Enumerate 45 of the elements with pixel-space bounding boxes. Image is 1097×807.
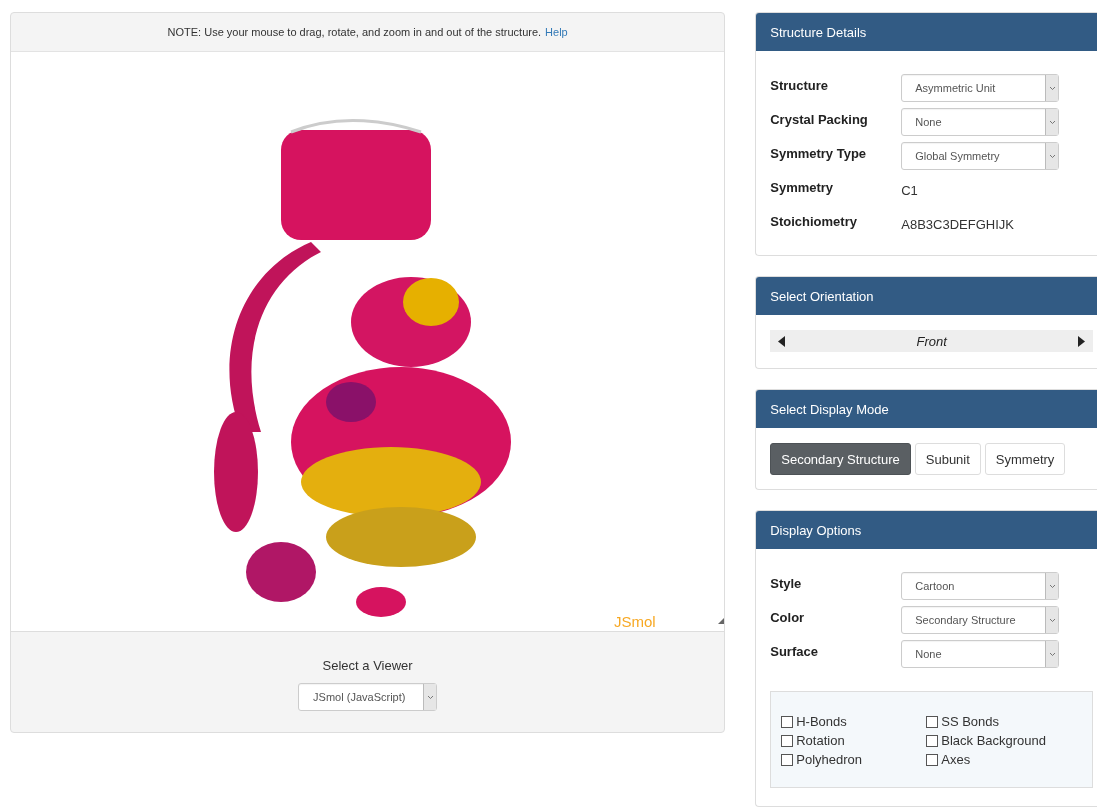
field-label: Structure — [770, 77, 830, 93]
mode-button[interactable]: Secondary Structure — [770, 443, 911, 475]
viewer-logo: JSmol — [614, 613, 656, 630]
note-text: NOTE: Use your mouse to drag, rotate, and zoom in and out of the structure. — [167, 26, 542, 38]
dropdown[interactable]: Asymmetric Unit — [901, 74, 1060, 102]
panel-title: Select Orientation — [756, 277, 1097, 315]
field-label: Symmetry — [770, 179, 835, 195]
checkbox[interactable]: Rotation — [781, 733, 927, 748]
mode-button[interactable]: Symmetry — [984, 443, 1066, 475]
dropdown[interactable]: None — [901, 108, 1060, 136]
viewer-dropdown[interactable]: JSmol (JavaScript) — [298, 683, 438, 711]
panel-title: Display Options — [756, 511, 1097, 549]
checkbox[interactable]: Black Background — [926, 733, 1082, 748]
field-value: A8B3C3DEFGHIJK — [901, 216, 1014, 232]
caret-icon — [1048, 153, 1056, 159]
panel-title: Structure Details — [756, 13, 1097, 51]
dropdown[interactable]: Secondary Structure — [901, 606, 1060, 634]
dropdown[interactable]: None — [901, 640, 1060, 668]
caret-icon — [1048, 651, 1056, 657]
field-value: C1 — [901, 182, 918, 198]
field-label: Stoichiometry — [770, 213, 858, 229]
orientation-value: Front — [916, 333, 947, 349]
caret-icon — [1048, 119, 1056, 125]
resize-grip-icon[interactable] — [718, 617, 725, 624]
checkbox[interactable]: SS Bonds — [926, 714, 1082, 729]
caret-icon — [426, 694, 434, 700]
field-label: Style — [770, 575, 803, 591]
viewer-label: Select a Viewer — [322, 658, 413, 673]
checkbox[interactable]: Axes — [926, 752, 1082, 767]
caret-icon — [1048, 617, 1056, 623]
left-arrow-icon[interactable] — [778, 335, 786, 347]
field-label: Symmetry Type — [770, 145, 868, 161]
field-label: Surface — [770, 643, 819, 659]
checkbox[interactable]: H-Bonds — [781, 714, 927, 729]
right-arrow-icon[interactable] — [1078, 335, 1085, 347]
help-link[interactable]: Help — [545, 26, 568, 38]
field-label: Crystal Packing — [770, 111, 869, 127]
dropdown[interactable]: Cartoon — [901, 572, 1060, 600]
panel-title: Select Display Mode — [756, 390, 1097, 428]
mode-button[interactable]: Subunit — [914, 443, 981, 475]
checkbox[interactable]: Polyhedron — [781, 752, 927, 767]
caret-icon — [1048, 85, 1056, 91]
caret-icon — [1048, 583, 1056, 589]
dropdown[interactable]: Global Symmetry — [901, 142, 1060, 170]
field-label: Color — [770, 609, 806, 625]
